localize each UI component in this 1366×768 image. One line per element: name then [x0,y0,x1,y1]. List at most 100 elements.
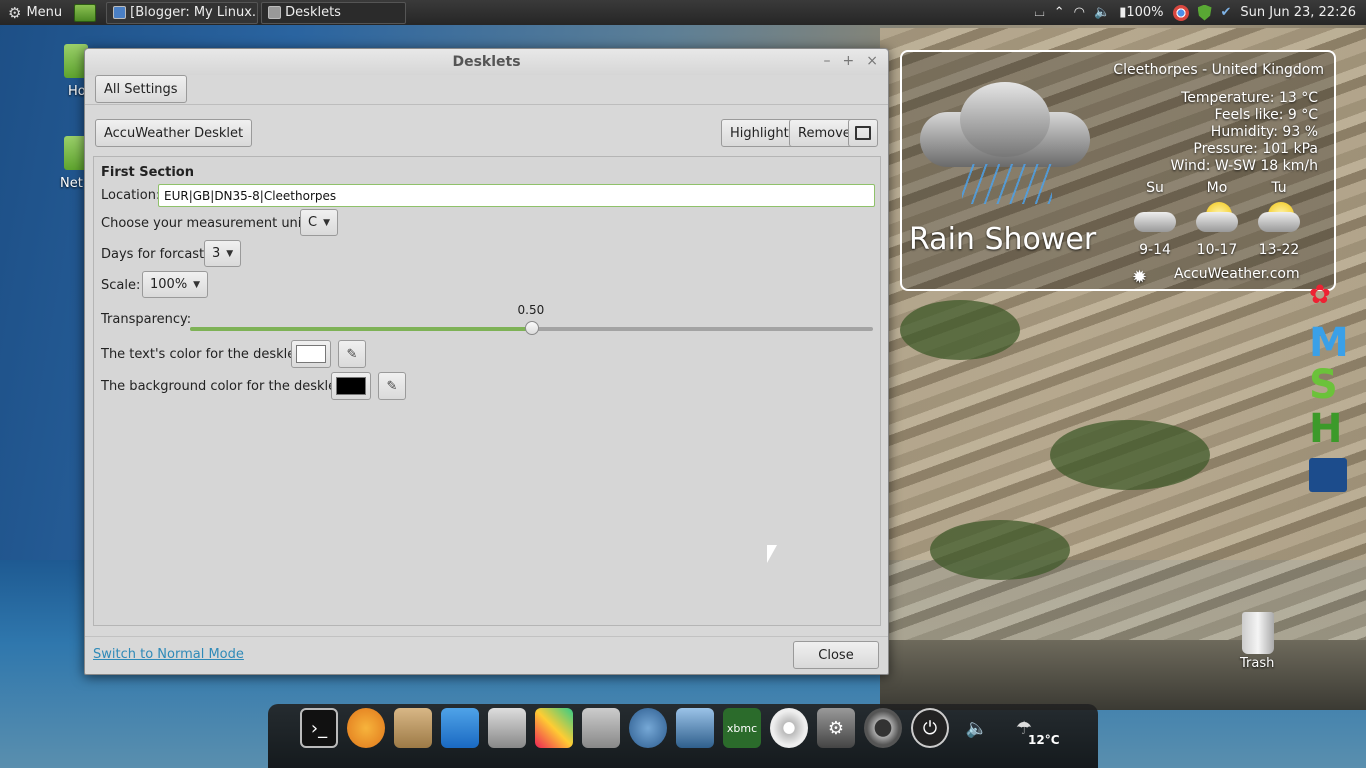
wifi-icon[interactable]: ◠ [1074,5,1085,20]
text-color-button[interactable] [291,340,331,368]
location-label: Location: [101,188,161,203]
taskbar-item-desklets[interactable]: Desklets [261,1,407,24]
chevron-up-icon[interactable]: ⌃ [1054,5,1065,20]
eyedropper-icon: ✎ [386,378,398,394]
battery-label: 100% [1126,5,1164,20]
settings-gear-icon[interactable]: ⚙ [817,708,855,748]
shield-icon[interactable] [1197,4,1212,21]
forecast-day-name: Mo [1206,180,1228,196]
camera-icon[interactable] [864,708,902,748]
volume-icon[interactable]: 🔈 [1094,5,1110,20]
desktop-icon-label: Net [60,176,83,191]
forecast-range: 9-14 [1139,242,1171,258]
package-icon[interactable] [394,708,432,748]
clock[interactable]: Sun Jun 23, 22:26 [1240,5,1356,20]
keyboard-icon[interactable]: ⌴ [1034,5,1044,20]
close-icon[interactable]: × [866,53,878,69]
dock-temperature: 12°C [1028,733,1060,747]
disc-icon[interactable] [770,708,808,748]
browser-icon [113,6,127,19]
scale-select[interactable]: 100% ▼ [142,271,209,298]
mail-icon[interactable] [676,708,714,748]
all-settings-button[interactable]: All Settings [95,75,187,103]
rain-cloud-icon [920,82,1090,172]
forecast-range: 10-17 [1196,242,1238,258]
app-icon[interactable]: S [1309,362,1338,408]
unit-select-value: C [308,215,318,230]
menu-dropdown-icon [855,126,871,140]
rain-cloud-icon [1132,200,1178,236]
sun-cloud-icon [1256,200,1302,236]
file-manager-launcher-icon[interactable] [74,3,97,22]
bg-color-picker-button[interactable]: ✎ [378,372,406,400]
transparency-slider[interactable] [190,321,873,335]
menu-label: Menu [26,5,63,20]
desktop-vegetation [900,300,1020,360]
right-desktop-icons: ✿ M S H [1305,280,1366,510]
trash-icon[interactable] [1242,612,1274,654]
scale-select-value: 100% [150,277,188,292]
taskbar-item-blogger[interactable]: [Blogger: My Linux... [106,1,259,24]
weather-source[interactable]: AccuWeather.com [1174,266,1300,282]
weather-humidity: Humidity: 93 % [1210,124,1318,140]
caret-down-icon: ▼ [193,279,201,290]
maximize-icon[interactable]: + [843,53,855,69]
swirl-app-icon[interactable] [347,708,385,748]
forecast-day: Tu 13-22 [1256,180,1302,258]
divider [85,104,888,105]
speaker-icon[interactable]: 🔈 [958,708,996,748]
chrome-icon[interactable] [1172,4,1189,21]
weather-wind: Wind: W-SW 18 km/h [1170,158,1318,174]
forecast-day: Mo 10-17 [1194,180,1240,258]
update-icon[interactable]: ✔ [1221,5,1232,20]
dropbox-icon[interactable] [441,708,479,748]
scale-label: Scale: [101,278,141,293]
bg-color-button[interactable] [331,372,371,400]
text-color-picker-button[interactable]: ✎ [338,340,366,368]
document-icon[interactable] [488,708,526,748]
terminal-icon[interactable]: ›_ [300,708,338,748]
taskbar-item-label: Desklets [285,5,341,20]
text-color-label: The text's color for the desklet: [101,347,305,362]
rain-icon [962,164,1052,204]
location-input[interactable] [158,184,875,207]
weather-desklet[interactable]: Cleethorpes - United Kingdom Temperature… [900,50,1336,291]
power-icon[interactable]: ⏻ [911,708,949,748]
minimize-icon[interactable]: – [824,53,831,69]
switch-normal-mode-link[interactable]: Switch to Normal Mode [93,647,244,662]
bg-color-swatch [336,377,366,395]
days-select-value: 3 [212,246,221,261]
close-button[interactable]: Close [793,641,879,669]
highlight-button[interactable]: Highlight [721,119,798,147]
app-icon[interactable]: ✿ [1309,280,1331,310]
slider-handle[interactable] [524,321,539,335]
bg-color-label: The background color for the desklet: [101,379,346,394]
top-panel: ⚙ Menu [Blogger: My Linux... Desklets ⌴ … [0,0,1366,25]
dosbox-icon[interactable] [1309,458,1347,492]
unit-select[interactable]: C ▼ [300,209,338,236]
forecast-day-name: Tu [1271,180,1287,196]
transparency-value: 0.50 [517,303,545,317]
text-color-swatch [296,345,326,363]
days-select[interactable]: 3 ▼ [204,240,242,267]
window-controls: – + × [824,53,878,69]
forecast: Su 9-14 Mo 10-17 Tu 13-22 [1132,180,1302,258]
menu-button[interactable]: ⚙ Menu [0,0,70,25]
app-icon[interactable]: M [1309,320,1349,366]
options-menu-button[interactable] [848,119,878,147]
calculator-icon[interactable] [582,708,620,748]
desktop-beach [880,640,1366,710]
transparency-label: Transparency: [101,312,192,327]
dock-items: ›_ xbmc ⚙ ⏻ 🔈 ☂ [300,708,1043,748]
desktop-vegetation [1050,420,1210,490]
window-titlebar[interactable]: Desklets – + × [85,49,888,75]
battery-indicator[interactable]: ▮100% [1119,5,1163,20]
accuweather-sun-icon: ✹ [1132,267,1148,288]
xbmc-icon[interactable]: xbmc [723,708,761,748]
weather-location: Cleethorpes - United Kingdom [1113,62,1324,78]
app-icon[interactable]: H [1309,406,1342,452]
paint-icon[interactable] [535,708,573,748]
desklets-window: Desklets – + × All Settings AccuWeather … [84,48,889,675]
browser-dock-icon[interactable] [629,708,667,748]
desklet-selector-button[interactable]: AccuWeather Desklet [95,119,253,147]
